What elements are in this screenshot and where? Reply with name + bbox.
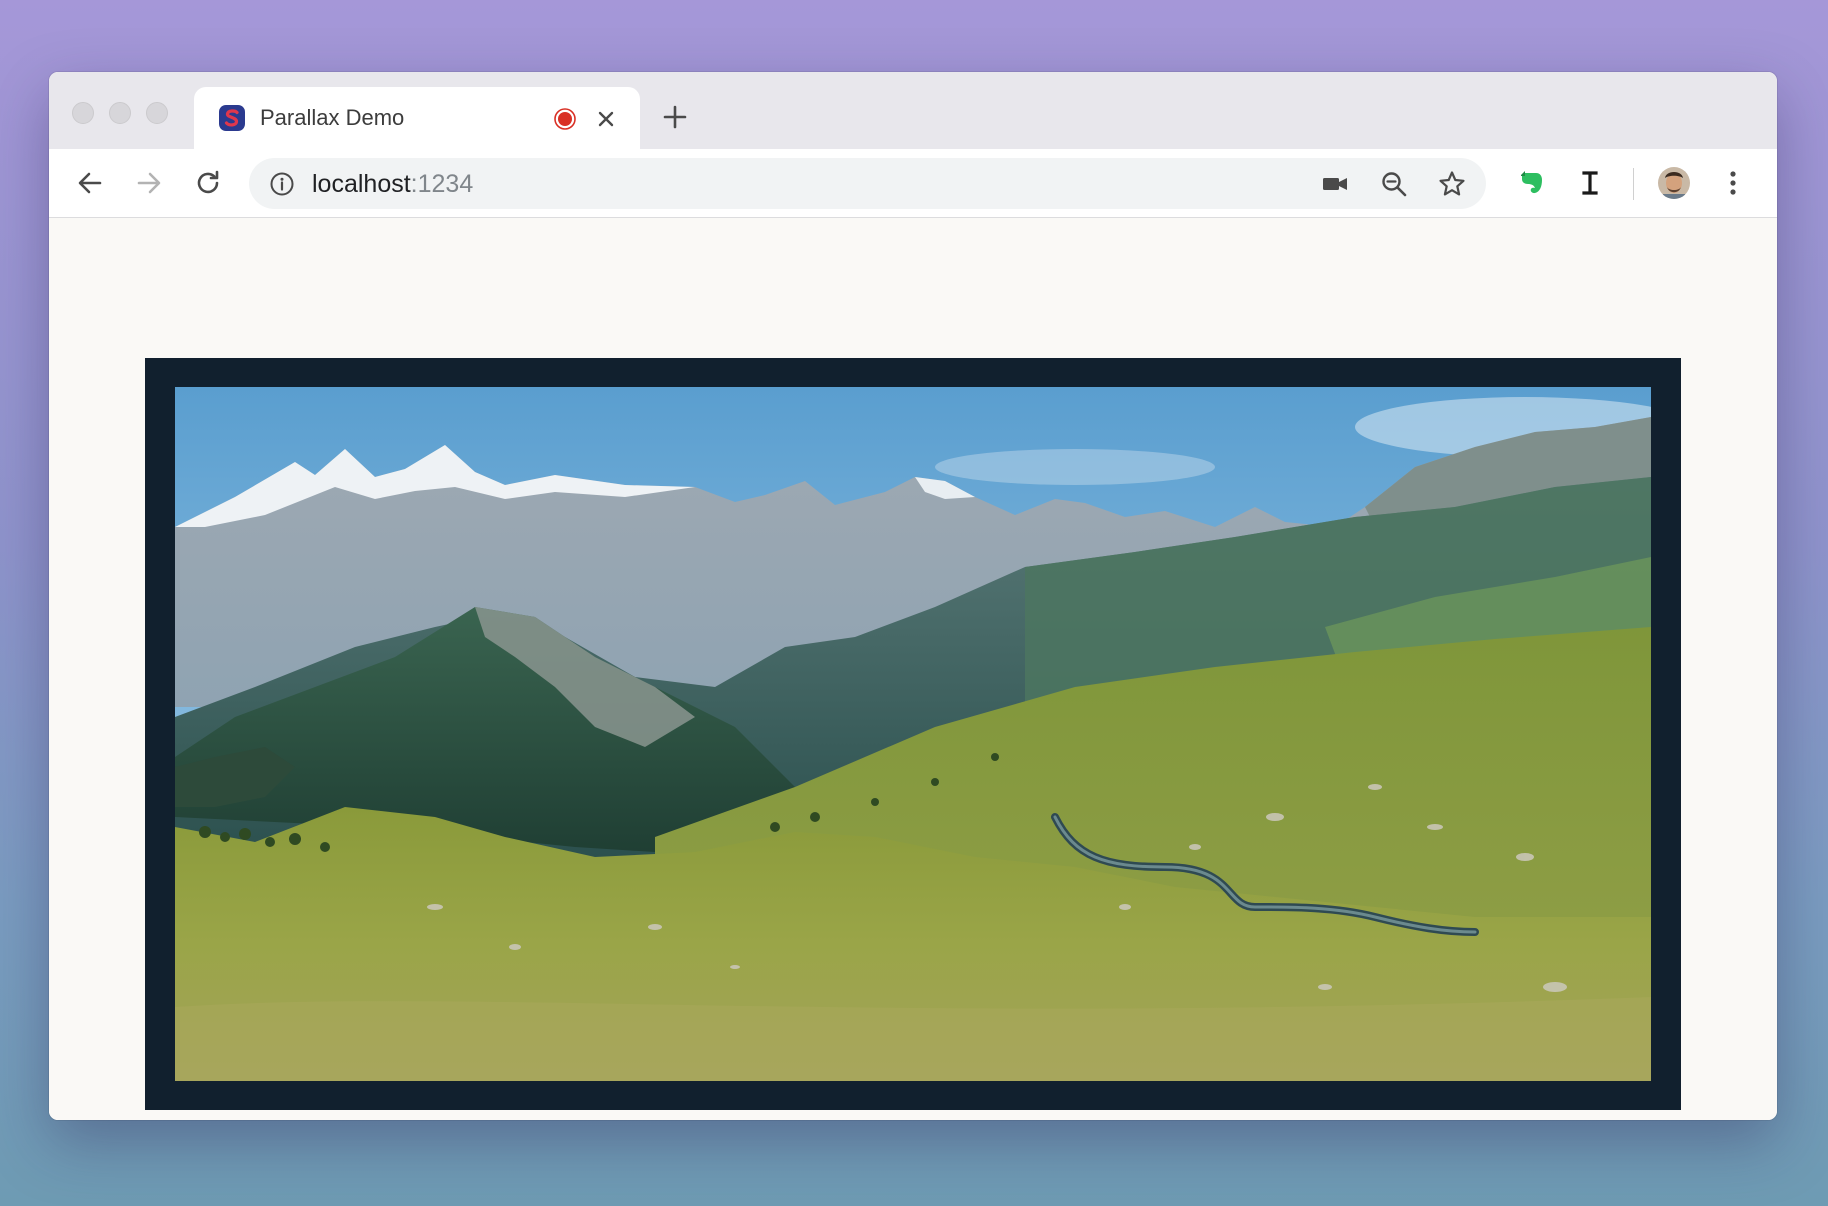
browser-window: Parallax Demo localhost:1234: [49, 72, 1777, 1120]
evernote-icon[interactable]: [1514, 166, 1548, 200]
back-arrow-icon[interactable]: [73, 166, 107, 200]
forward-arrow-icon[interactable]: [132, 166, 166, 200]
info-icon[interactable]: [269, 171, 295, 197]
tab-title: Parallax Demo: [260, 105, 405, 130]
zoom-out-icon[interactable]: [1379, 169, 1409, 199]
s-logo-icon: [219, 105, 245, 131]
landscape-image: [175, 387, 1651, 1081]
toolbar-divider: [1633, 168, 1634, 200]
plus-icon[interactable]: [660, 102, 690, 132]
url-text[interactable]: localhost:1234: [312, 170, 473, 199]
camera-icon[interactable]: [1320, 169, 1350, 199]
url-port: :1234: [410, 170, 474, 198]
avatar[interactable]: [1657, 166, 1691, 200]
star-icon[interactable]: [1437, 169, 1467, 199]
record-icon: [554, 108, 576, 130]
close-icon[interactable]: [594, 107, 618, 131]
mountain-landscape-illustration: [175, 387, 1651, 1081]
reload-icon[interactable]: [191, 166, 225, 200]
image-frame: [145, 358, 1681, 1110]
instapaper-icon[interactable]: [1573, 166, 1607, 200]
tab-parallax-demo[interactable]: Parallax Demo: [194, 87, 640, 149]
url-host: localhost: [312, 170, 411, 198]
page-content: [49, 218, 1777, 1120]
tab-strip: Parallax Demo: [49, 72, 1777, 149]
kebab-menu-icon[interactable]: [1716, 166, 1750, 200]
browser-toolbar: localhost:1234: [49, 149, 1777, 218]
minimize-window-button[interactable]: [109, 102, 131, 124]
close-window-button[interactable]: [72, 102, 94, 124]
address-bar[interactable]: localhost:1234: [249, 158, 1486, 209]
zoom-window-button[interactable]: [146, 102, 168, 124]
